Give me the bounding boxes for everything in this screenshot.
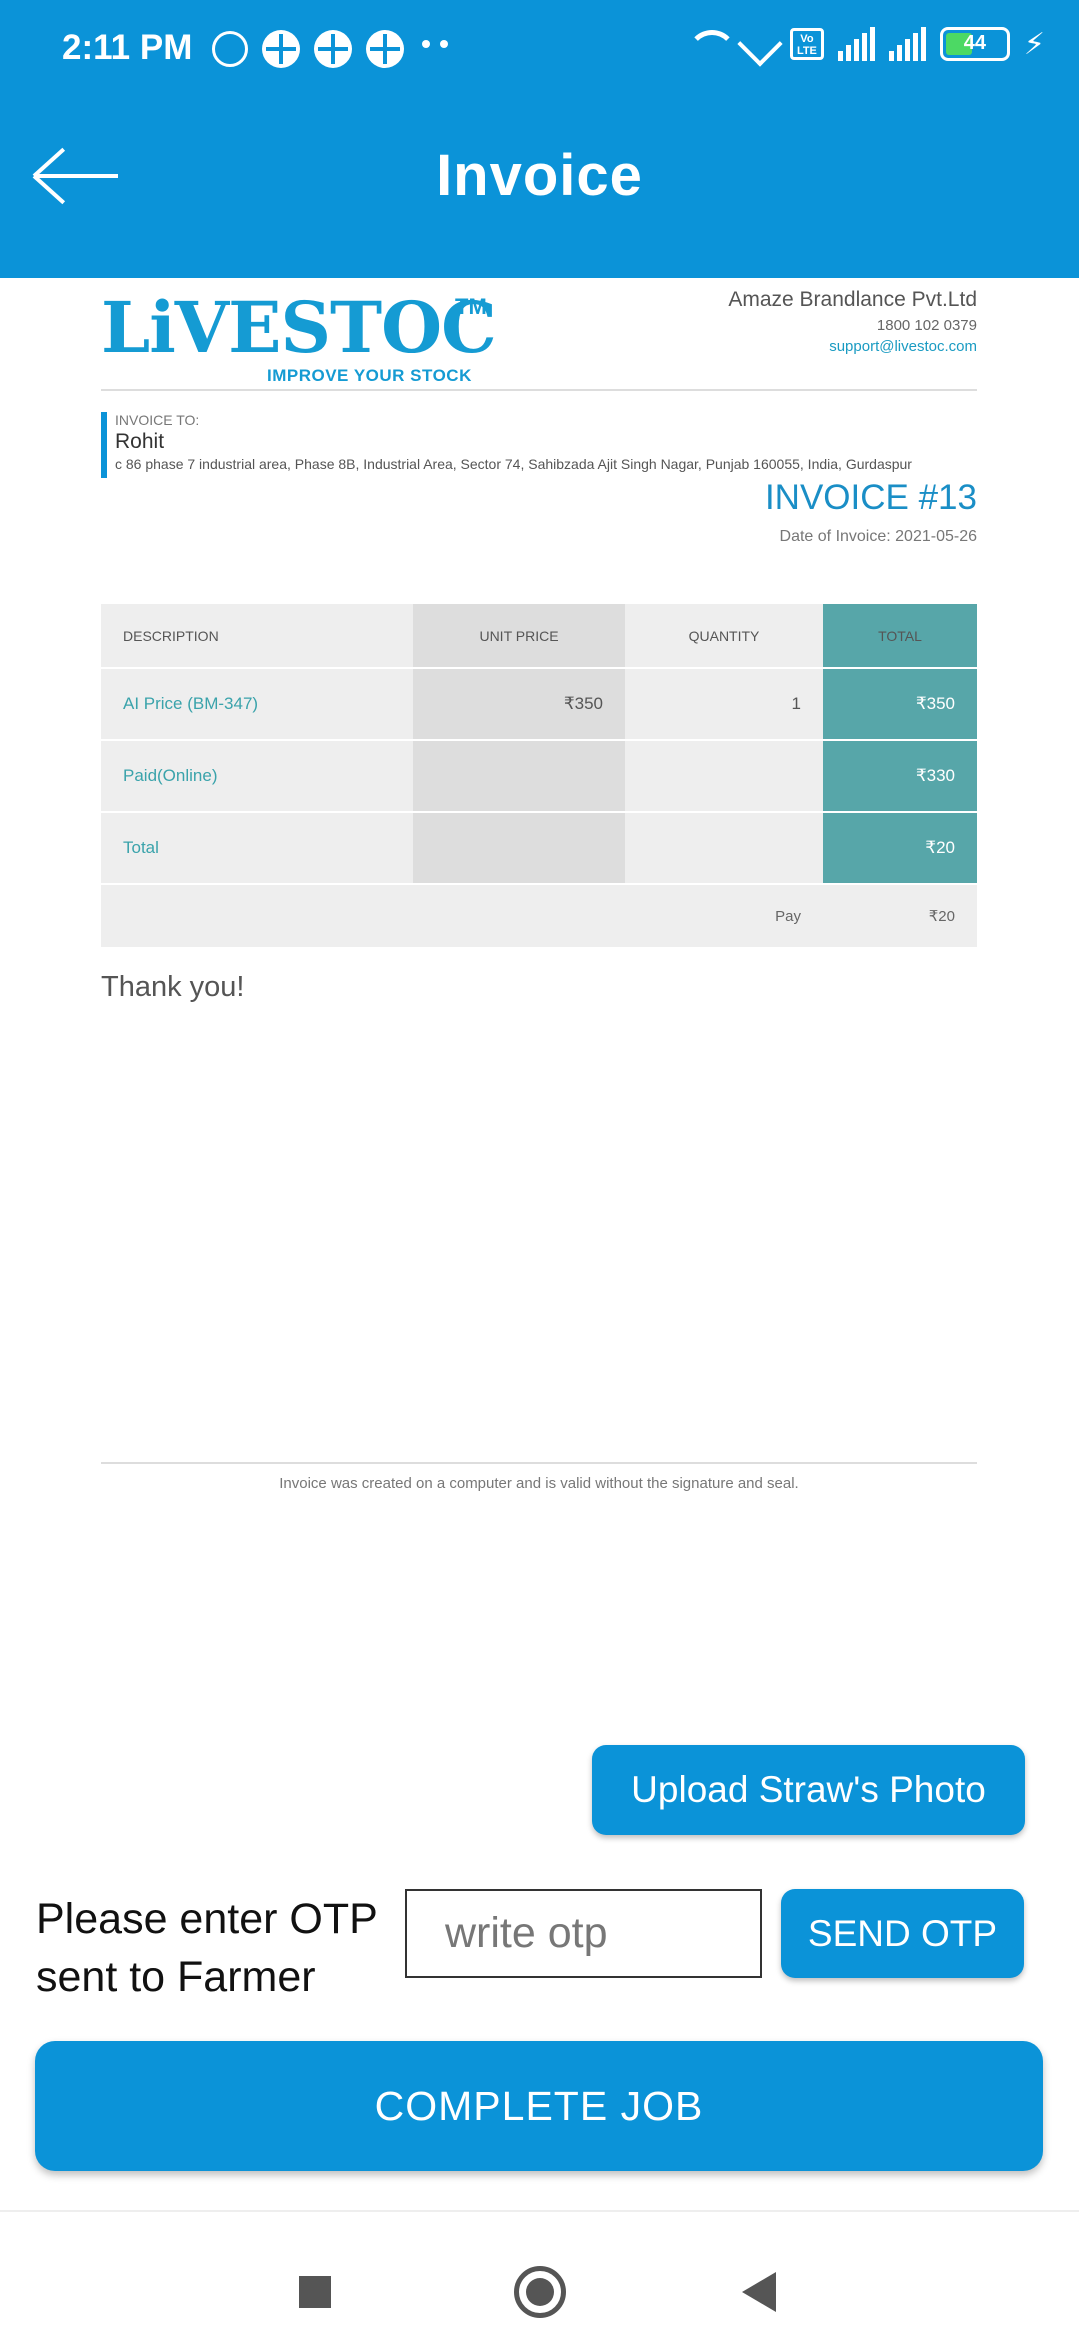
pay-row: Pay ₹20 bbox=[101, 884, 977, 949]
thank-you-text: Thank you! bbox=[101, 971, 245, 1003]
client-address: c 86 phase 7 industrial area, Phase 8B, … bbox=[115, 456, 912, 472]
header-unit-price: UNIT PRICE bbox=[413, 604, 625, 669]
invoice-table: DESCRIPTION UNIT PRICE QUANTITY TOTAL AI… bbox=[101, 604, 977, 949]
pay-value: ₹20 bbox=[823, 884, 977, 949]
wifi-icon bbox=[684, 26, 737, 62]
status-system-icons: Vo LTE 44 ⚡ bbox=[684, 21, 1045, 67]
invoice-to-block: INVOICE TO: Rohit c 86 phase 7 industria… bbox=[101, 412, 912, 478]
logo-trademark: TM bbox=[455, 294, 487, 319]
company-email[interactable]: support@livestoc.com bbox=[728, 338, 977, 355]
client-name: Rohit bbox=[115, 430, 165, 453]
send-otp-button[interactable]: SEND OTP bbox=[781, 1889, 1024, 1978]
row-description: AI Price (BM-347) bbox=[101, 668, 413, 741]
header-total: TOTAL bbox=[823, 604, 977, 669]
footer-divider bbox=[101, 1462, 977, 1464]
table-row: Paid(Online) ₹330 bbox=[101, 740, 977, 813]
header-description: DESCRIPTION bbox=[101, 604, 413, 669]
status-notification-icons bbox=[212, 30, 404, 68]
company-phone: 1800 102 0379 bbox=[876, 317, 977, 334]
row-quantity: 1 bbox=[625, 668, 823, 741]
app-notification-icon bbox=[262, 30, 300, 68]
status-bar: 2:11 PM Vo LTE 44 ⚡ bbox=[0, 0, 1079, 100]
app-notification-icon bbox=[314, 30, 352, 68]
page-title: Invoice bbox=[436, 143, 643, 208]
system-nav-bar bbox=[0, 2210, 1079, 2340]
otp-input[interactable] bbox=[405, 1889, 762, 1978]
invoice-date: Date of Invoice: 2021-05-26 bbox=[779, 528, 977, 545]
header-divider bbox=[101, 389, 977, 391]
company-info: Amaze Brandlance Pvt.Ltd 1800 102 0379 s… bbox=[728, 288, 977, 355]
logo-tagline: IMPROVE YOUR STOCK bbox=[267, 366, 472, 385]
location-icon bbox=[737, 21, 783, 67]
company-name: Amaze Brandlance Pvt.Ltd bbox=[728, 288, 977, 311]
pay-label: Pay bbox=[101, 884, 823, 949]
volte-icon: Vo LTE bbox=[789, 28, 824, 60]
logo-text: LiVESTOC bbox=[101, 286, 497, 369]
upload-straw-photo-button[interactable]: Upload Straw's Photo bbox=[592, 1745, 1025, 1835]
row-total: ₹350 bbox=[823, 668, 977, 741]
row-description: Paid(Online) bbox=[101, 740, 413, 813]
more-notifications-icon bbox=[422, 40, 448, 48]
otp-prompt-label: Please enter OTP sent to Farmer bbox=[36, 1895, 377, 2001]
home-icon[interactable] bbox=[514, 2266, 566, 2318]
footer-note: Invoice was created on a computer and is… bbox=[279, 1475, 799, 1492]
row-quantity bbox=[625, 812, 823, 885]
row-total: ₹20 bbox=[823, 812, 977, 885]
alarm-icon bbox=[212, 31, 248, 67]
invoice-to-label: INVOICE TO: bbox=[115, 412, 200, 428]
row-unit-price: ₹350 bbox=[413, 668, 625, 741]
table-row: AI Price (BM-347) ₹350 1 ₹350 bbox=[101, 668, 977, 741]
status-time: 2:11 PM bbox=[62, 28, 193, 67]
signal-icon bbox=[888, 27, 926, 61]
app-bar: Invoice bbox=[0, 100, 1079, 278]
battery-level: 44 bbox=[963, 32, 987, 54]
complete-job-button[interactable]: COMPLETE JOB bbox=[35, 2041, 1043, 2171]
table-row: Total ₹20 bbox=[101, 812, 977, 885]
signal-icon bbox=[837, 27, 875, 61]
table-header-row: DESCRIPTION UNIT PRICE QUANTITY TOTAL bbox=[101, 604, 977, 669]
back-triangle-icon[interactable] bbox=[742, 2272, 776, 2312]
recents-icon[interactable] bbox=[299, 2276, 331, 2308]
row-unit-price bbox=[413, 812, 625, 885]
row-total: ₹330 bbox=[823, 740, 977, 813]
app-notification-icon bbox=[366, 30, 404, 68]
battery-icon: 44 bbox=[939, 27, 1010, 61]
header-quantity: QUANTITY bbox=[625, 604, 823, 669]
livestoc-logo: LiVESTOC TM IMPROVE YOUR STOCK bbox=[101, 286, 497, 392]
row-description: Total bbox=[101, 812, 413, 885]
row-quantity bbox=[625, 740, 823, 813]
charging-icon: ⚡ bbox=[1023, 27, 1045, 61]
row-unit-price bbox=[413, 740, 625, 813]
invoice-number: INVOICE #13 bbox=[764, 478, 977, 517]
